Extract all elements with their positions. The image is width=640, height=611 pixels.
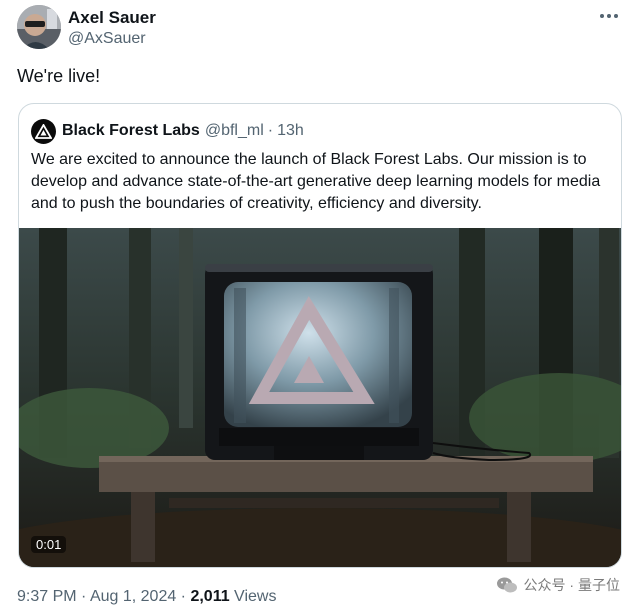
video-timestamp: 0:01	[31, 536, 67, 553]
bfl-logo-icon[interactable]	[31, 118, 56, 144]
tweet-text: We're live!	[17, 66, 101, 86]
quote-author-name[interactable]: Black Forest Labs	[62, 122, 200, 140]
quoted-tweet[interactable]: Black Forest Labs @bfl_ml · 13h We are e…	[18, 103, 622, 568]
separator-dot: ·	[176, 588, 191, 605]
tweet-time[interactable]: 9:37 PM	[17, 588, 77, 605]
author-name[interactable]: Axel Sauer	[68, 8, 156, 28]
author-handle[interactable]: @AxSauer	[68, 30, 146, 48]
wechat-icon	[496, 577, 517, 593]
watermark: 公众号 · 量子位	[496, 575, 620, 595]
tweet-meta: 9:37 PM · Aug 1, 2024 · 2,011 Views	[17, 588, 276, 606]
separator-dot: ·	[267, 122, 274, 139]
views-label: Views	[229, 588, 277, 605]
quote-text: We are excited to announce the launch of…	[31, 151, 601, 212]
quote-author-handle[interactable]: @bfl_ml	[205, 122, 264, 140]
more-horizontal-icon[interactable]	[596, 6, 622, 26]
tweet-date[interactable]: Aug 1, 2024	[90, 588, 176, 605]
views-count: 2,011	[190, 588, 230, 605]
separator-dot: ·	[76, 588, 90, 605]
tweet-card[interactable]: Axel Sauer @AxSauer We're live! Black Fo…	[0, 0, 640, 611]
quote-header: Black Forest Labs @bfl_ml · 13h	[31, 118, 304, 144]
avatar[interactable]	[17, 5, 61, 49]
quote-timestamp[interactable]: 13h	[277, 122, 304, 140]
video-player[interactable]	[19, 228, 621, 567]
watermark-text: 公众号 · 量子位	[523, 577, 620, 593]
